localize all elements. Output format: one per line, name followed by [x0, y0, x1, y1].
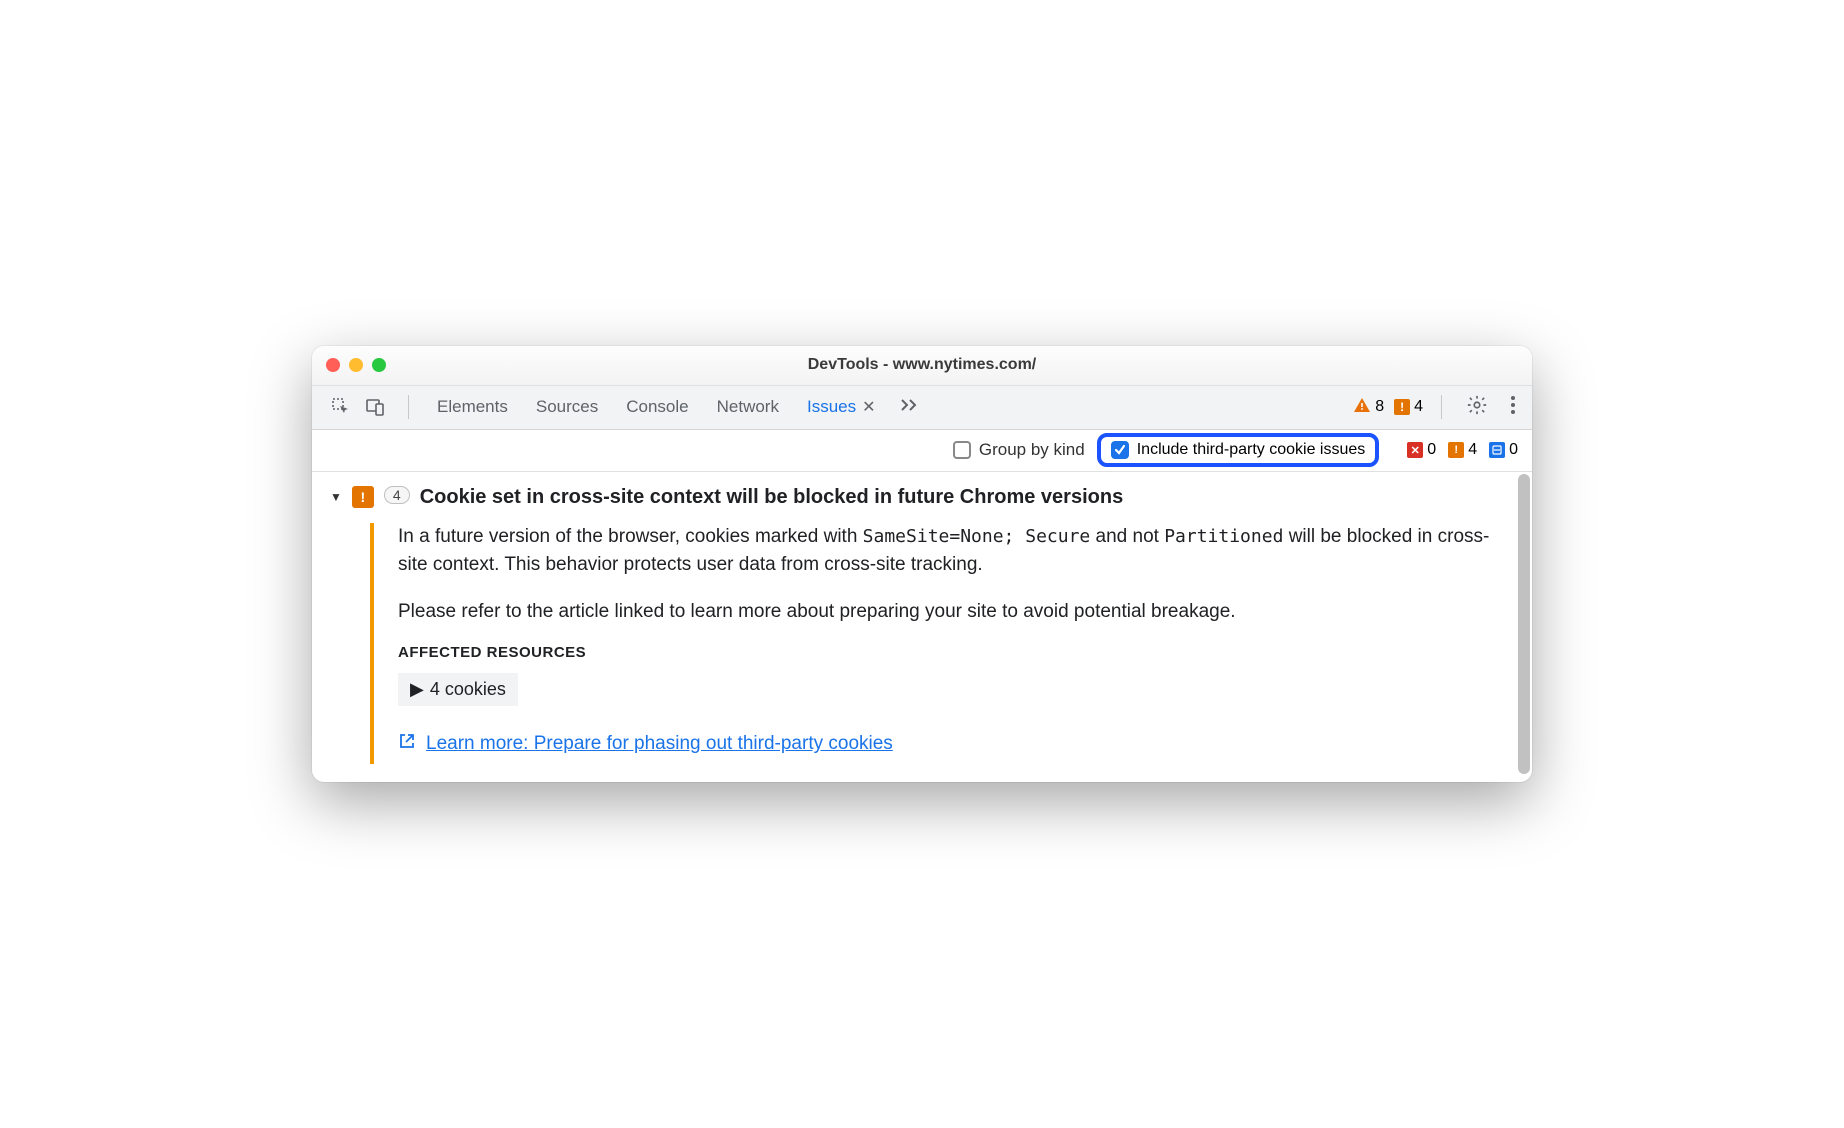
warnings-count: 8 — [1375, 398, 1384, 416]
warnings-badge[interactable]: 8 — [1353, 396, 1384, 419]
close-icon[interactable]: ✕ — [862, 397, 875, 417]
window-title: DevTools - www.nytimes.com/ — [312, 356, 1532, 374]
inspect-element-icon[interactable] — [330, 396, 352, 418]
main-toolbar: Elements Sources Console Network Issues … — [312, 386, 1532, 430]
chevron-down-icon[interactable]: ▼ — [330, 490, 342, 504]
settings-gear-icon[interactable] — [1460, 394, 1494, 421]
tab-elements[interactable]: Elements — [423, 385, 522, 429]
tab-network[interactable]: Network — [703, 385, 793, 429]
minimize-window-button[interactable] — [349, 358, 363, 372]
issue-title: Cookie set in cross-site context will be… — [420, 486, 1124, 509]
group-by-kind-toggle[interactable]: Group by kind — [953, 440, 1085, 460]
issue-kind-counts: ✕ 0 ! 4 0 — [1407, 441, 1518, 459]
breaking-change-icon: ! — [1448, 442, 1464, 458]
checkbox-checked-icon[interactable] — [1111, 441, 1129, 459]
improvement-icon — [1489, 442, 1505, 458]
affected-cookies-toggle[interactable]: ▶ 4 cookies — [398, 673, 518, 706]
tab-strip: Elements Sources Console Network Issues … — [423, 385, 1347, 429]
learn-more-link[interactable]: Learn more: Prepare for phasing out thir… — [398, 732, 893, 756]
scrollbar[interactable] — [1518, 474, 1530, 781]
titlebar: DevTools - www.nytimes.com/ — [312, 346, 1532, 386]
issue-occurrence-count: 4 — [384, 486, 410, 504]
affected-resources-header: AFFECTED RESOURCES — [398, 644, 1514, 661]
learn-more-text: Learn more: Prepare for phasing out thir… — [426, 733, 893, 755]
issues-panel-body: ▼ ! 4 Cookie set in cross-site context w… — [312, 472, 1532, 783]
more-menu-icon[interactable] — [1504, 395, 1522, 420]
checkbox-unchecked-icon[interactable] — [953, 441, 971, 459]
group-by-kind-label: Group by kind — [979, 440, 1085, 460]
improvements-count[interactable]: 0 — [1489, 441, 1518, 459]
affected-item-label: 4 cookies — [430, 679, 506, 700]
third-party-toggle-highlight: Include third-party cookie issues — [1097, 433, 1380, 467]
tab-console[interactable]: Console — [612, 385, 702, 429]
page-errors-count[interactable]: ✕ 0 — [1407, 441, 1436, 459]
separator — [408, 395, 409, 419]
chevron-right-icon: ▶ — [410, 679, 424, 700]
tab-overflow-icon[interactable] — [890, 398, 930, 417]
close-window-button[interactable] — [326, 358, 340, 372]
external-link-icon — [398, 732, 416, 756]
fullscreen-window-button[interactable] — [372, 358, 386, 372]
separator — [1441, 395, 1442, 419]
warning-triangle-icon — [1353, 396, 1371, 419]
scrollbar-thumb[interactable] — [1518, 474, 1530, 774]
page-error-icon: ✕ — [1407, 442, 1423, 458]
tab-issues[interactable]: Issues ✕ — [793, 385, 890, 429]
errors-count: 4 — [1414, 398, 1423, 416]
devtools-window: DevTools - www.nytimes.com/ Elements Sou… — [312, 346, 1532, 783]
error-square-icon: ! — [1394, 399, 1410, 415]
issue-description-1: In a future version of the browser, cook… — [398, 523, 1514, 580]
issue-header-row[interactable]: ▼ ! 4 Cookie set in cross-site context w… — [330, 486, 1514, 509]
issue-detail: In a future version of the browser, cook… — [370, 523, 1514, 765]
traffic-lights — [326, 358, 386, 372]
breaking-changes-count[interactable]: ! 4 — [1448, 441, 1477, 459]
tab-sources[interactable]: Sources — [522, 385, 612, 429]
issue-description-2: Please refer to the article linked to le… — [398, 598, 1514, 627]
device-toolbar-icon[interactable] — [364, 396, 386, 418]
breaking-change-icon: ! — [352, 486, 374, 508]
third-party-label: Include third-party cookie issues — [1137, 441, 1366, 459]
errors-badge[interactable]: ! 4 — [1394, 398, 1423, 416]
issues-filter-bar: Group by kind Include third-party cookie… — [312, 430, 1532, 472]
